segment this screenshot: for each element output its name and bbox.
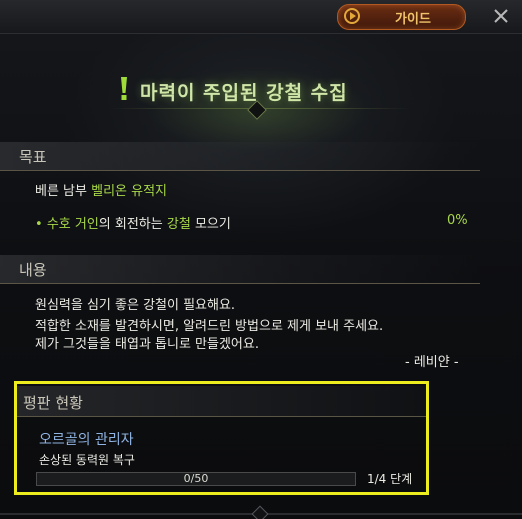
content-signature: - 레비얀 - bbox=[405, 355, 459, 370]
objective-header: 목표 bbox=[0, 142, 480, 171]
reputation-progress-bar: 0/50 bbox=[36, 472, 356, 486]
guide-button[interactable]: 가이드 bbox=[337, 4, 466, 30]
content-header: 내용 bbox=[0, 255, 480, 284]
reputation-panel: 평판 현황 오르골의 관리자 손상된 동력원 복구 0/50 1/4 단계 bbox=[14, 381, 429, 495]
close-icon bbox=[494, 9, 508, 23]
task-bullet: • bbox=[35, 217, 43, 232]
content-line: 제가 그것들을 태엽과 톱니로 만들겠어요. bbox=[35, 337, 259, 352]
location-prefix: 베른 남부 bbox=[35, 184, 87, 199]
content-line: 원심력을 심기 좋은 강철이 필요해요. bbox=[35, 298, 236, 313]
location-name[interactable]: 벨리온 유적지 bbox=[91, 184, 167, 199]
reputation-task: 손상된 동력원 복구 bbox=[39, 453, 135, 467]
quest-window: 가이드 마력이 주입된 강철 수집 목표 베른 남부 벨리온 유적지 • 수호 … bbox=[0, 0, 522, 519]
objective-task: • 수호 거인의 회전하는 강철 모으기 bbox=[35, 213, 231, 232]
reputation-header: 평판 현황 bbox=[17, 386, 426, 417]
reputation-section-title: 평판 현황 bbox=[23, 394, 83, 412]
task-mid-text: 의 회전하는 bbox=[98, 217, 163, 232]
bottom-ornament bbox=[251, 505, 269, 519]
close-button[interactable] bbox=[489, 4, 513, 28]
reputation-progress-text: 0/50 bbox=[183, 472, 209, 485]
quest-title-area: 마력이 주입된 강철 수집 bbox=[0, 60, 522, 130]
task-monster[interactable]: 수호 거인 bbox=[47, 217, 99, 232]
quest-title: 마력이 주입된 강철 수집 bbox=[140, 82, 348, 104]
task-item[interactable]: 강철 bbox=[167, 217, 191, 232]
reputation-npc-name[interactable]: 오르골의 관리자 bbox=[39, 429, 134, 449]
guide-button-label: 가이드 bbox=[395, 12, 431, 27]
top-bar: 가이드 bbox=[0, 0, 522, 34]
objective-location: 베른 남부 벨리온 유적지 bbox=[35, 180, 167, 199]
objective-section-title: 목표 bbox=[19, 148, 47, 166]
task-suffix: 모으기 bbox=[194, 217, 231, 232]
content-section-title: 내용 bbox=[19, 261, 47, 279]
reputation-stage: 1/4 단계 bbox=[367, 472, 413, 486]
quest-exclamation-icon bbox=[121, 77, 127, 100]
play-icon bbox=[344, 8, 360, 24]
objective-progress: 0% bbox=[447, 213, 468, 228]
content-line: 적합한 소재를 발견하시면, 알려드린 방법으로 제게 보내 주세요. bbox=[35, 319, 384, 334]
